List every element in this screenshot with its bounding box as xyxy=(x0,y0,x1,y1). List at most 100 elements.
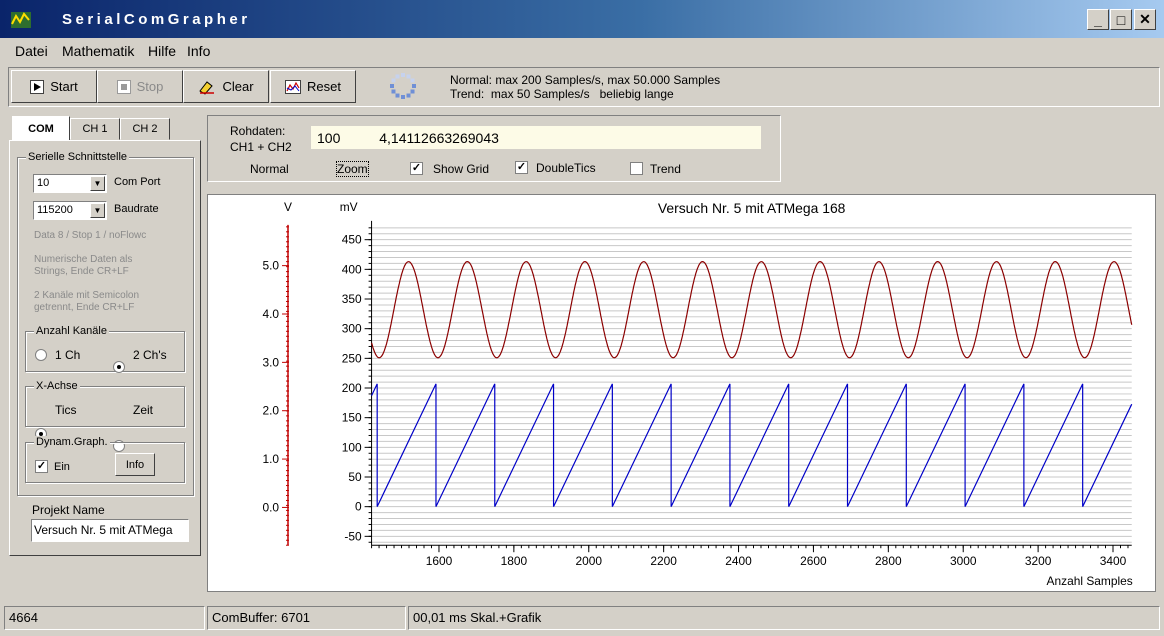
start-label: Start xyxy=(50,79,78,94)
y-tick-label: 350 xyxy=(342,292,362,306)
sample-rate-info-normal: Normal: max 200 Samples/s, max 50.000 Sa… xyxy=(450,73,721,87)
menu-mathematik[interactable]: Mathematik xyxy=(62,43,134,59)
spinner-segment xyxy=(391,89,396,94)
channel-1-sine-line xyxy=(370,261,1133,359)
y-tick-label: -50 xyxy=(344,529,362,543)
project-name-value: Versuch Nr. 5 mit ATMega xyxy=(34,523,173,537)
spinner-segment xyxy=(406,74,411,79)
spinner-segment xyxy=(401,95,405,99)
stop-label: Stop xyxy=(136,79,164,94)
eraser-icon xyxy=(199,80,215,95)
chart-title: Versuch Nr. 5 mit ATMega 168 xyxy=(658,200,846,216)
minimize-button[interactable]: _ xyxy=(1087,9,1109,30)
two-channel-radio[interactable] xyxy=(113,361,125,373)
project-name-label: Projekt Name xyxy=(32,503,105,517)
tics-label: Tics xyxy=(55,403,77,417)
spinner-segment xyxy=(395,74,400,79)
status-timing: 00,01 ms Skal.+Grafik xyxy=(408,606,1160,630)
spinner-segment xyxy=(395,93,400,98)
trend-checkbox[interactable] xyxy=(630,162,643,175)
chevron-down-icon[interactable]: ▼ xyxy=(90,203,105,218)
reset-button[interactable]: Reset xyxy=(270,70,356,103)
spinner-segment xyxy=(410,89,415,94)
two-channel-label: 2 Ch's xyxy=(133,348,167,362)
signal-chart[interactable]: -50 0 50 100 150 200 250 300 350 400 450 1600 1800 20… xyxy=(207,194,1156,592)
double-tics-checkbox[interactable]: ✓ xyxy=(515,161,528,174)
dynamic-graph-group xyxy=(25,442,185,483)
voltage-tick-label: 3.0 xyxy=(262,355,279,369)
com-port-value: 10 xyxy=(37,177,50,189)
voltage-tick-label: 0.0 xyxy=(262,500,279,514)
zeit-label: Zeit xyxy=(133,403,154,417)
show-grid-label: Show Grid xyxy=(433,162,490,176)
normal-label: Normal xyxy=(250,162,289,176)
com-port-label: Com Port xyxy=(114,176,161,188)
close-button[interactable]: ✕ xyxy=(1134,9,1156,30)
spinner-segment xyxy=(406,93,411,98)
channel-2-sawtooth-line xyxy=(371,383,1133,507)
graph-reset-icon xyxy=(285,79,302,94)
channel-format-note-1: 2 Kanäle mit Semicolon xyxy=(34,290,140,301)
raw-data-field: 100 4,14112663269043 xyxy=(311,126,761,149)
dynamic-graph-label: Ein xyxy=(54,461,70,473)
tab-ch2[interactable]: CH 2 xyxy=(120,118,170,140)
double-tics-label: DoubleTics xyxy=(536,161,596,175)
activity-spinner-icon xyxy=(390,73,416,99)
menu-datei[interactable]: Datei xyxy=(15,43,48,59)
sample-rate-info-trend: Trend: max 50 Samples/s beliebig lange xyxy=(450,87,674,101)
millivolt-unit-label: mV xyxy=(340,200,358,214)
status-com-buffer: ComBuffer: 6701 xyxy=(207,606,406,630)
y-tick-label: 300 xyxy=(342,322,362,336)
y-tick-label: 150 xyxy=(342,411,362,425)
channel-count-title: Anzahl Kanäle xyxy=(34,325,109,337)
clear-button[interactable]: Clear xyxy=(183,70,269,103)
spinner-segment xyxy=(412,84,416,88)
window-title: SerialComGrapher xyxy=(62,11,251,28)
channel-format-note-2: getrennt, Ende CR+LF xyxy=(34,302,135,313)
project-name-input[interactable]: Versuch Nr. 5 mit ATMega xyxy=(31,519,189,542)
y-tick-label: 400 xyxy=(342,262,362,276)
one-channel-label: 1 Ch xyxy=(55,348,81,362)
string-format-note-1: Numerische Daten als xyxy=(34,254,133,265)
x-tick-label: 3000 xyxy=(950,554,977,568)
dynamic-graph-info-button[interactable]: Info xyxy=(115,453,155,476)
menu-info[interactable]: Info xyxy=(187,43,210,59)
start-button[interactable]: Start xyxy=(11,70,97,103)
com-port-select[interactable]: 10 ▼ xyxy=(33,174,107,193)
x-tick-label: 2400 xyxy=(725,554,752,568)
y-tick-label: 200 xyxy=(342,381,362,395)
dynamic-graph-checkbox[interactable]: ✓ xyxy=(35,460,48,473)
baudrate-label: Baudrate xyxy=(114,203,159,215)
baudrate-select[interactable]: 115200 ▼ xyxy=(33,201,107,220)
voltage-tick-label: 2.0 xyxy=(262,404,279,418)
x-tick-label: 3200 xyxy=(1025,554,1052,568)
y-tick-label: 50 xyxy=(348,470,362,484)
tab-com[interactable]: COM xyxy=(12,116,70,141)
reset-label: Reset xyxy=(307,79,341,94)
clear-label: Clear xyxy=(222,79,254,94)
one-channel-radio[interactable] xyxy=(35,349,47,361)
x-tick-label: 1800 xyxy=(501,554,528,568)
app-icon xyxy=(11,12,31,28)
serial-port-group-title: Serielle Schnittstelle xyxy=(26,151,130,163)
spinner-segment xyxy=(390,84,394,88)
x-tick-label: 2200 xyxy=(650,554,677,568)
x-axis-label: Anzahl Samples xyxy=(1047,574,1133,588)
voltage-tick-label: 1.0 xyxy=(262,452,279,466)
serial-format-note: Data 8 / Stop 1 / noFlowc xyxy=(34,230,147,241)
baudrate-value: 115200 xyxy=(37,204,73,216)
dynamic-graph-title: Dynam.Graph. xyxy=(34,436,110,448)
tab-ch1[interactable]: CH 1 xyxy=(70,118,120,140)
maximize-button[interactable]: □ xyxy=(1110,9,1132,30)
spinner-segment xyxy=(401,73,405,77)
chevron-down-icon[interactable]: ▼ xyxy=(90,176,105,191)
raw-data-label: Rohdaten: xyxy=(230,124,286,138)
voltage-tick-label: 4.0 xyxy=(262,307,279,321)
y-tick-label: 250 xyxy=(342,351,362,365)
menu-hilfe[interactable]: Hilfe xyxy=(148,43,176,59)
y-tick-label: 0 xyxy=(355,500,362,514)
stop-button[interactable]: Stop xyxy=(97,70,183,103)
zoom-label: Zoom xyxy=(336,161,369,177)
y-tick-label: 450 xyxy=(342,233,362,247)
show-grid-checkbox[interactable]: ✓ xyxy=(410,162,423,175)
